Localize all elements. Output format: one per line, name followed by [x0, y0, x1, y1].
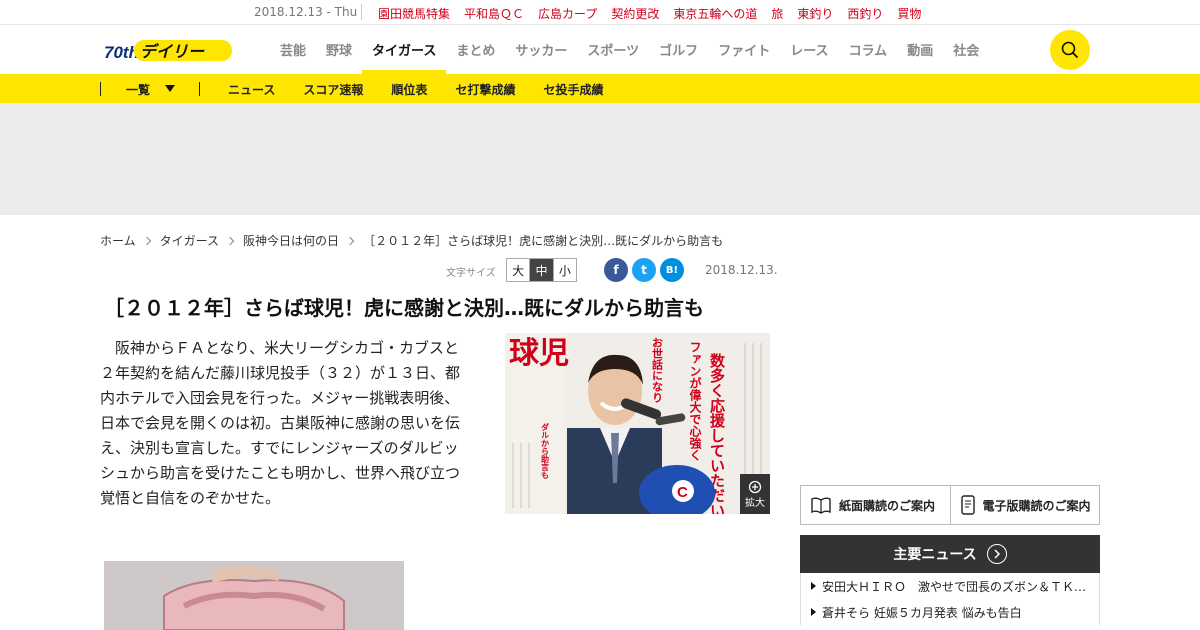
expand-photo-button[interactable]: 拡大: [740, 474, 770, 514]
nav-item-fight[interactable]: ファイト: [708, 25, 780, 74]
subnav-links: ニュース スコア速報 順位表 セ打撃成績 セ投手成績: [228, 81, 603, 98]
triangle-right-icon: [811, 608, 816, 616]
nav-item-sports[interactable]: スポーツ: [577, 25, 649, 74]
nav-item-video[interactable]: 動画: [897, 25, 943, 74]
article-body: 阪神からＦＡとなり、米大リーグシカゴ・カブスと２年契約を結んだ藤川球児投手（３２…: [100, 339, 461, 507]
site-header: 70th デイリー 芸能 野球 タイガース まとめ サッカー スポーツ ゴルフ …: [0, 25, 1200, 74]
nav-item-society[interactable]: 社会: [943, 25, 989, 74]
font-size-small[interactable]: 小: [552, 259, 576, 281]
paper-subscription-label: 紙面購読のご案内: [839, 498, 936, 513]
main-news-list: 安田大ＨＩＲＯ 激やせで団長のズボン＆ＴＫＯ木下の服がブカブカ 蒼井そら 妊娠５…: [800, 573, 1100, 625]
article-date: 2018.12.13.: [705, 263, 778, 277]
ad-image[interactable]: [104, 561, 404, 630]
divider: [361, 4, 362, 20]
logo-text: デイリー: [140, 42, 205, 61]
main-news-header[interactable]: 主要ニュース: [800, 535, 1100, 573]
subnav-link-pitching[interactable]: セ投手成績: [543, 81, 603, 98]
ad-banner: [0, 103, 1200, 215]
digital-subscription-label: 電子版購読のご案内: [982, 498, 1091, 513]
chevron-right-circle-icon: [986, 544, 1007, 564]
subnav-link-news[interactable]: ニュース: [228, 81, 275, 98]
list-item[interactable]: 安田大ＨＩＲＯ 激やせで団長のズボン＆ＴＫＯ木下の服がブカブカ: [801, 573, 1099, 599]
smartphone-icon: [960, 495, 975, 515]
nav-item-column[interactable]: コラム: [839, 25, 898, 74]
subnav-link-standings[interactable]: 順位表: [391, 81, 427, 98]
nav-item-entertainment[interactable]: 芸能: [270, 25, 316, 74]
topbar-link[interactable]: 東京五輪への道: [673, 5, 757, 22]
topbar-link[interactable]: 西釣り: [847, 5, 883, 22]
news-title: 安田大ＨＩＲＯ 激やせで団長のズボン＆ＴＫＯ木下の服がブカブカ: [822, 579, 1092, 594]
search-icon: [1061, 41, 1079, 59]
chevron-right-icon: [345, 236, 355, 245]
breadcrumb-current: ［２０１２年］さらば球児！虎に感謝と決別…既にダルから助言も: [363, 234, 724, 248]
subnav-link-batting[interactable]: セ打撃成績: [455, 81, 515, 98]
breadcrumb-today[interactable]: 阪神今日は何の日: [243, 232, 339, 249]
nav-item-golf[interactable]: ゴルフ: [649, 25, 708, 74]
subscription-links: 紙面購読のご案内 電子版購読のご案内: [800, 485, 1100, 525]
topbar-link[interactable]: 買物: [897, 5, 921, 22]
font-size-large[interactable]: 大: [507, 259, 529, 281]
facebook-icon[interactable]: f: [604, 258, 628, 282]
subnav-link-score[interactable]: スコア速報: [303, 81, 363, 98]
breadcrumb-home[interactable]: ホーム: [100, 232, 136, 249]
press-conference-image: 球児 数多く応援していただいた ファンが偉大で心強く お世話になり ダルから助言…: [505, 333, 770, 514]
chevron-right-icon: [142, 236, 151, 245]
topbar-link[interactable]: 園田競馬特集: [378, 5, 450, 22]
divider: [199, 82, 200, 96]
breadcrumb-tigers[interactable]: タイガース: [160, 232, 219, 249]
article-photo[interactable]: 球児 数多く応援していただいた ファンが偉大で心強く お世話になり ダルから助言…: [505, 333, 770, 514]
news-title: 蒼井そら 妊娠５カ月発表 悩みも告白: [822, 605, 1022, 620]
nav-item-soccer[interactable]: サッカー: [505, 25, 577, 74]
nav-item-tigers[interactable]: タイガース: [362, 25, 447, 74]
twitter-icon[interactable]: t: [632, 258, 656, 282]
article-title: ［２０１２年］さらば球児！虎に感謝と決別…既にダルから助言も: [104, 296, 704, 320]
main-nav: 芸能 野球 タイガース まとめ サッカー スポーツ ゴルフ ファイト レース コ…: [270, 25, 989, 74]
daily-logo[interactable]: 70th デイリー: [104, 37, 234, 63]
chevron-right-icon: [225, 236, 235, 245]
topbar-link[interactable]: 平和島ＱＣ: [464, 5, 524, 22]
font-size-label: 文字サイズ: [446, 268, 496, 279]
photo-headline-fans: ファンが偉大で心強く: [688, 341, 702, 461]
digital-subscription-button[interactable]: 電子版購読のご案内: [949, 486, 1100, 524]
paper-subscription-button[interactable]: 紙面購読のご案内: [801, 486, 950, 524]
zoom-in-icon: [748, 480, 762, 493]
font-size-selector: 大 中 小: [506, 258, 577, 282]
caret-down-icon[interactable]: [165, 85, 175, 92]
sub-nav: 一覧 ニュース スコア速報 順位表 セ打撃成績 セ投手成績: [0, 74, 1200, 103]
triangle-right-icon: [811, 582, 816, 590]
main-news-label: 主要ニュース: [893, 547, 977, 563]
top-bar: 2018.12.13 - Thu 園田競馬特集 平和島ＱＣ 広島カープ 契約更改…: [0, 0, 1200, 25]
nav-item-race[interactable]: レース: [780, 25, 838, 74]
font-size-medium[interactable]: 中: [529, 259, 553, 281]
photo-headline-darvish: ダルから助言も: [541, 422, 550, 479]
nav-item-summary[interactable]: まとめ: [446, 25, 505, 74]
hatena-icon[interactable]: B!: [660, 258, 684, 282]
search-button[interactable]: [1050, 30, 1090, 70]
open-book-icon: [811, 497, 831, 514]
breadcrumb: ホーム タイガース 阪神今日は何の日 ［２０１２年］さらば球児！虎に感謝と決別……: [100, 232, 723, 249]
list-item[interactable]: 蒼井そら 妊娠５カ月発表 悩みも告白: [801, 599, 1099, 625]
photo-headline-thanks: お世話になり: [651, 337, 664, 403]
logo-badge: 70th: [104, 43, 139, 62]
photo-headline-kyuji: 球児: [509, 336, 569, 371]
expand-label: 拡大: [745, 497, 765, 509]
topbar-link[interactable]: 契約更改: [611, 5, 659, 22]
ad-illustration: [104, 561, 404, 630]
divider: [100, 82, 101, 96]
topbar-link[interactable]: 旅: [771, 5, 783, 22]
topbar-links: 園田競馬特集 平和島ＱＣ 広島カープ 契約更改 東京五輪への道 旅 東釣り 西釣…: [378, 5, 921, 22]
nav-item-baseball[interactable]: 野球: [316, 25, 362, 74]
topbar-link[interactable]: 広島カープ: [538, 5, 597, 22]
list-dropdown[interactable]: 一覧: [126, 81, 150, 98]
current-date: 2018.12.13 - Thu: [254, 5, 358, 19]
svg-text:C: C: [677, 484, 688, 501]
topbar-link[interactable]: 東釣り: [797, 5, 833, 22]
